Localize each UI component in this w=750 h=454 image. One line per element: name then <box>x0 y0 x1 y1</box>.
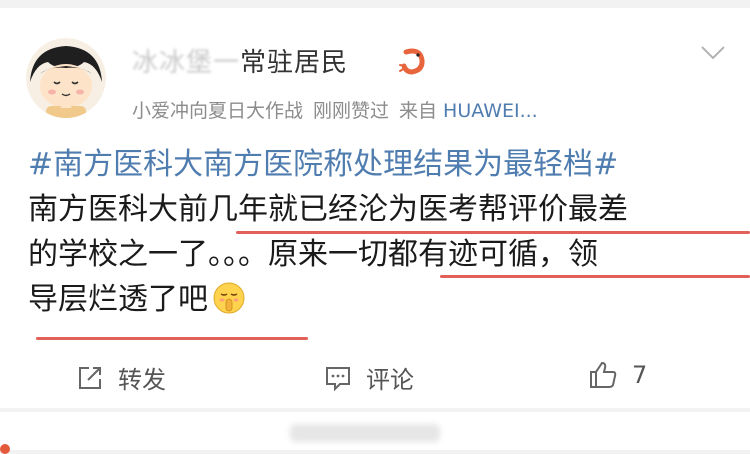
post-meta: 小爱冲向夏日大作战 刚刚赞过 来自 HUAWEI... <box>132 96 538 123</box>
shush-emoji <box>212 281 246 315</box>
shrimp-icon <box>399 48 425 75</box>
action-bar: 转发 评论 7 <box>0 346 750 406</box>
blurred-content <box>290 424 440 442</box>
comment-button[interactable]: 评论 <box>324 360 414 395</box>
post-text-line-4: 导层烂透了吧 <box>28 282 208 317</box>
chevron-down-icon[interactable] <box>700 44 726 62</box>
source-device[interactable]: HUAWEI... <box>443 100 538 122</box>
username[interactable]: 冰冰堡一常驻居民 <box>132 42 348 79</box>
red-underline-3 <box>36 337 308 340</box>
post-text-line-2: 南方医科大前几年就已经沦为医考帮评价最差 <box>28 192 628 227</box>
avatar[interactable] <box>26 38 106 118</box>
username-visible: 常驻居民 <box>240 48 349 78</box>
weibo-post-card: 冰冰堡一常驻居民 小爱冲向夏日大作战 刚刚赞过 来自 HUAWEI... #南方医科大… <box>0 8 750 408</box>
red-underline-2 <box>440 275 750 278</box>
next-post-preview <box>0 412 750 454</box>
thumbs-up-icon <box>590 361 617 388</box>
liked-by-user[interactable]: 小爱冲向夏日大作战 <box>132 100 303 122</box>
username-blurred: 冰冰堡一 <box>132 48 241 78</box>
like-count: 7 <box>632 361 648 389</box>
red-underline-1 <box>236 231 750 234</box>
like-button[interactable]: 7 <box>588 360 647 390</box>
orange-dot <box>0 444 10 454</box>
hashtag-link[interactable]: #南方医科大南方医院称处理结果为最轻档# <box>28 147 618 182</box>
liked-time: 刚刚赞过 <box>313 100 390 122</box>
post-text-line-3: 的学校之一了。。。原来一切都有迹可循，领 <box>28 237 598 272</box>
repost-button[interactable]: 转发 <box>76 360 166 395</box>
repost-icon <box>79 366 101 389</box>
source-prefix: 来自 <box>399 100 438 122</box>
comment-icon <box>326 366 350 391</box>
repost-label: 转发 <box>118 366 166 394</box>
comment-label: 评论 <box>366 366 414 394</box>
